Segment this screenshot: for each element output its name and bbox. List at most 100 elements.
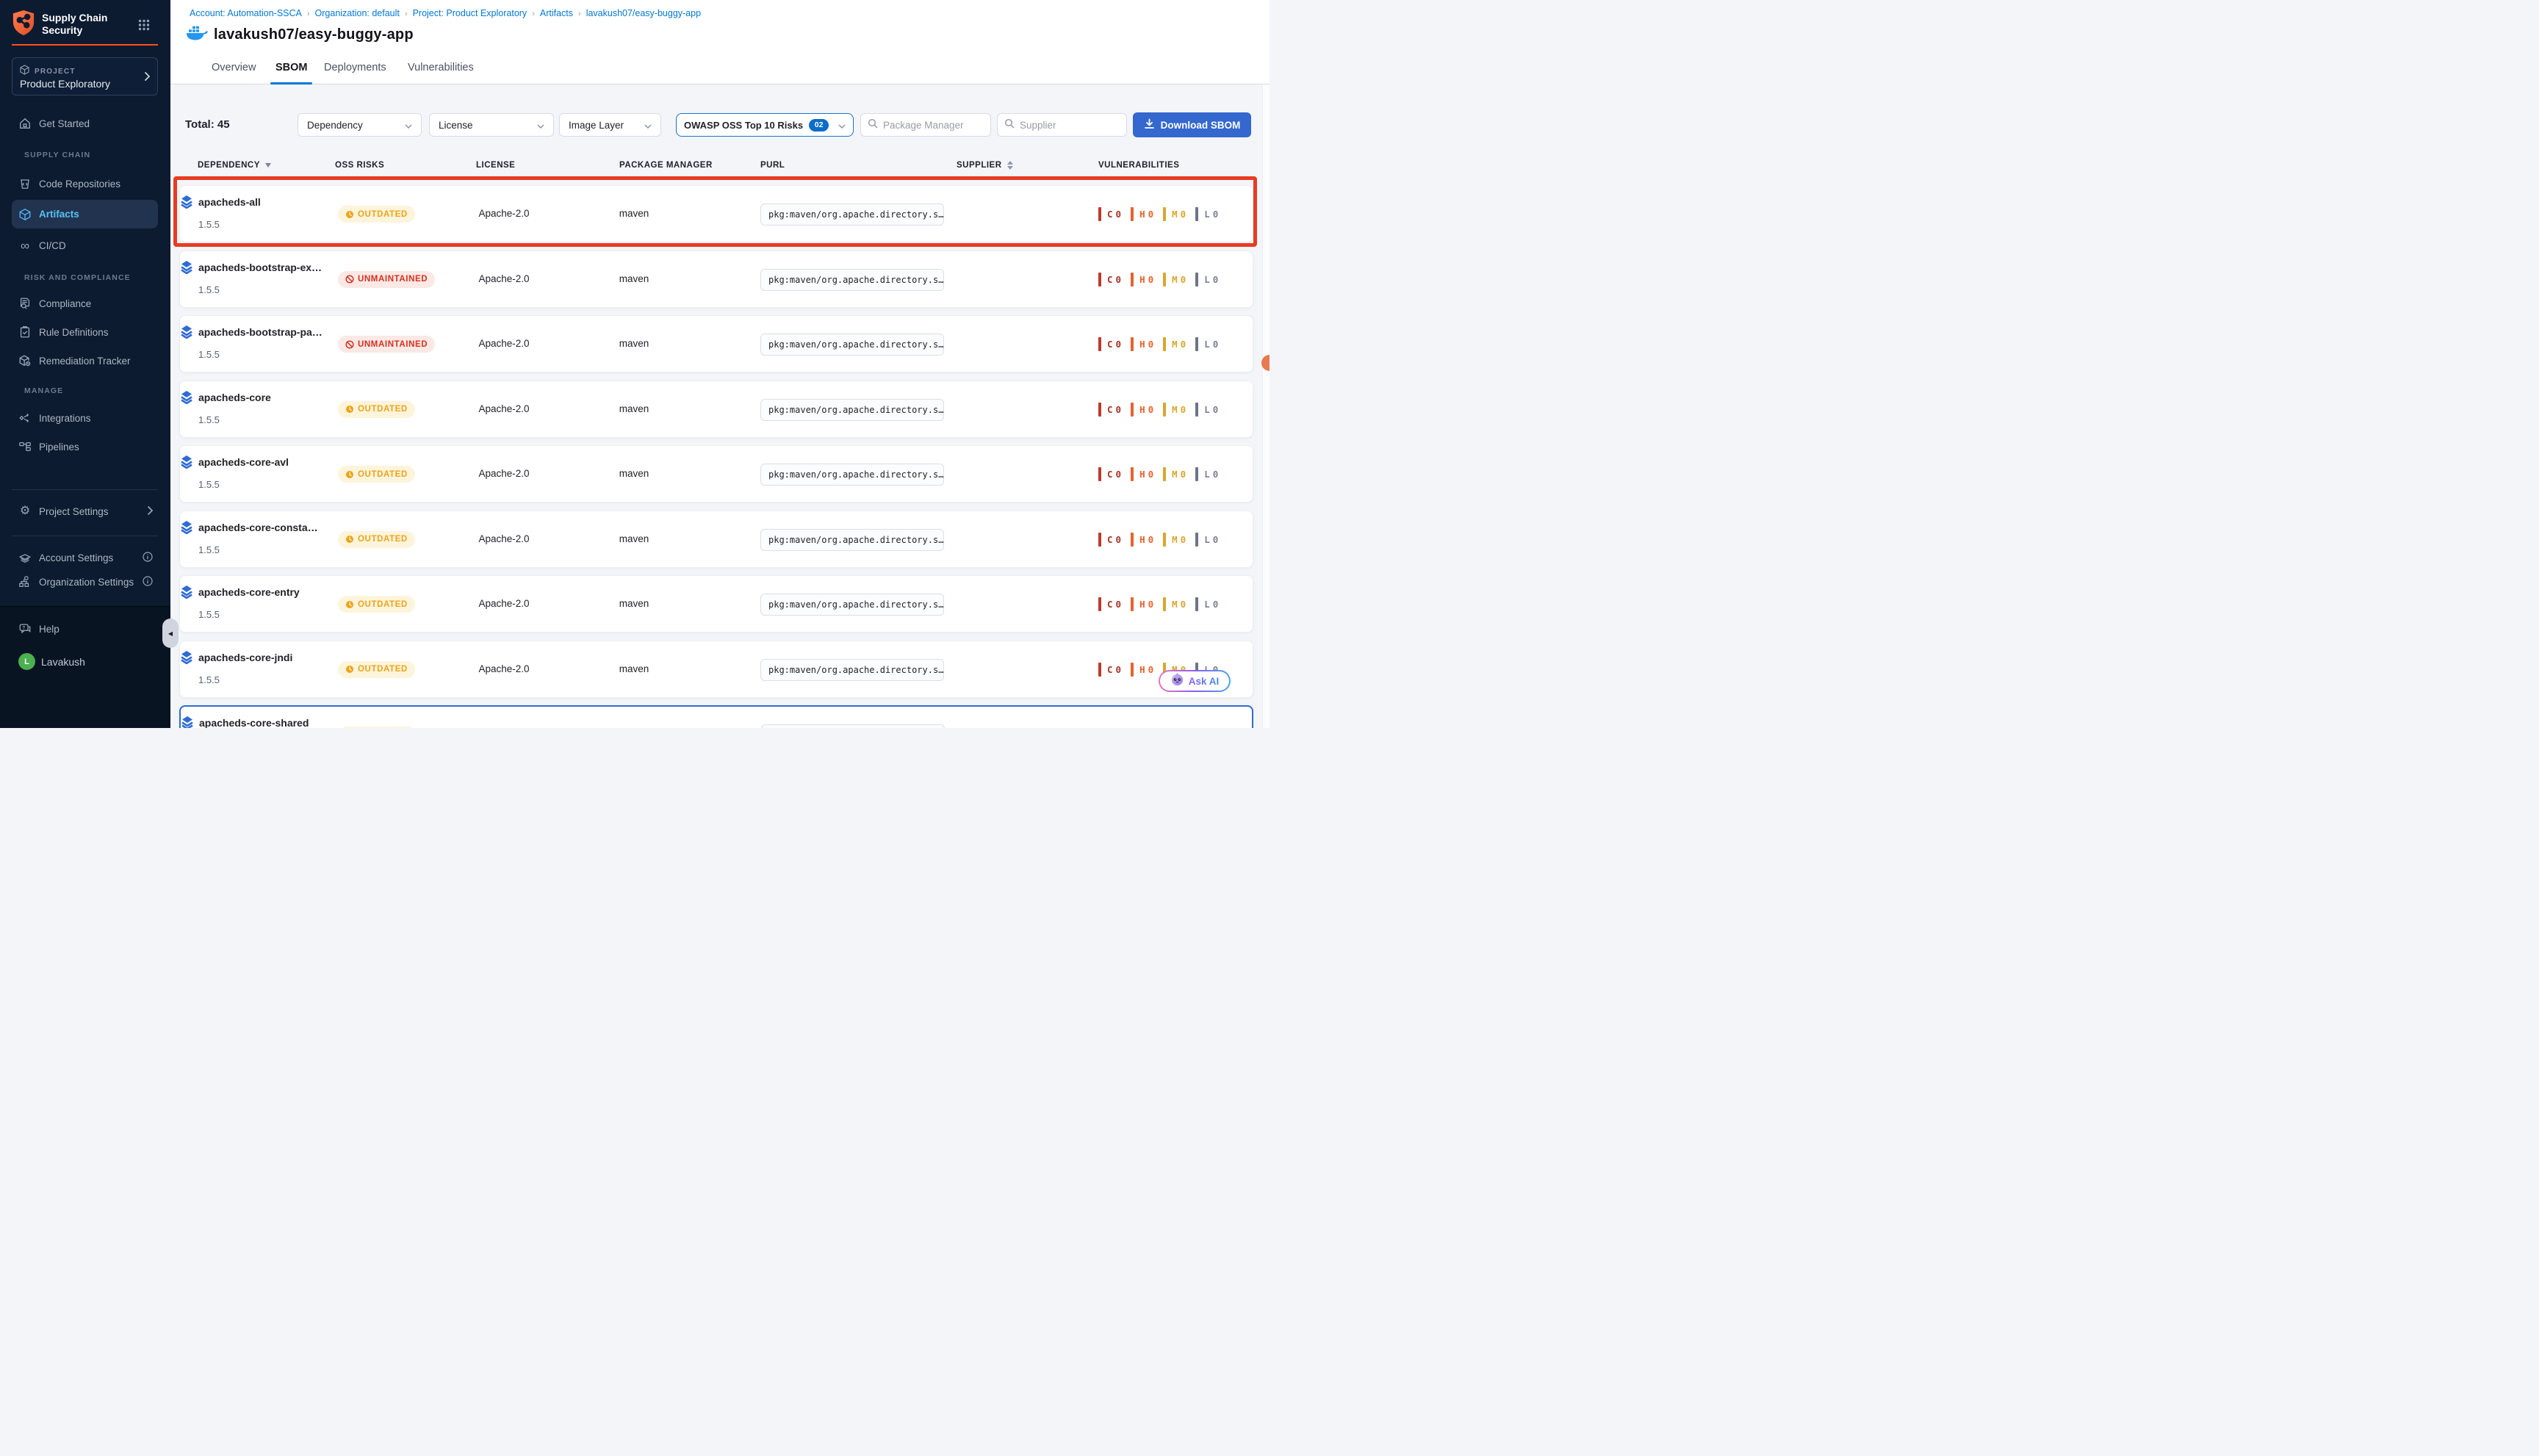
info-icon xyxy=(143,576,153,588)
purl-value[interactable]: pkg:maven/org.apache.directory.s… xyxy=(760,464,944,486)
sidebar-item-pipelines[interactable]: Pipelines xyxy=(0,434,170,459)
table-row[interactable]: apacheds-core-shared 1.5.5 OUTDATED Apac… xyxy=(179,705,1253,728)
brand-accent-rule xyxy=(12,44,158,46)
low-count: L0 xyxy=(1195,467,1218,481)
sidebar-item-artifacts[interactable]: Artifacts xyxy=(12,200,158,228)
sidebar-item-code-repositories[interactable]: Code Repositories xyxy=(0,171,170,196)
critical-count: C0 xyxy=(1098,467,1121,481)
info-icon xyxy=(143,552,153,564)
oss-risk-badge: OUTDATED xyxy=(338,206,415,223)
high-count: H0 xyxy=(1131,403,1153,417)
license-filter-dropdown[interactable]: License xyxy=(429,113,554,137)
document-search-icon xyxy=(18,297,32,310)
tab-deployments[interactable]: Deployments xyxy=(324,62,386,84)
dependency-filter-dropdown[interactable]: Dependency xyxy=(298,113,422,137)
layers-icon xyxy=(180,455,193,469)
table-row[interactable]: apacheds-core 1.5.5 OUTDATED Apache-2.0 … xyxy=(179,381,1253,438)
purl-value[interactable]: pkg:maven/org.apache.directory.s… xyxy=(760,269,944,291)
purl-value[interactable]: pkg:maven/org.apache.directory.s… xyxy=(760,529,944,551)
purl-value[interactable]: pkg:maven/org.apache.directory.s… xyxy=(760,594,944,616)
license-value: Apache-2.0 xyxy=(467,663,541,674)
sidebar-item-remediation-tracker[interactable]: Remediation Tracker xyxy=(0,348,170,373)
table-row[interactable]: apacheds-bootstrap-pa… 1.5.5 UNMAINTAINE… xyxy=(179,315,1253,372)
breadcrumb-account[interactable]: Account: Automation-SSCA xyxy=(190,8,302,18)
layers-icon xyxy=(180,585,193,599)
critical-count: C0 xyxy=(1098,273,1121,286)
ask-ai-button[interactable]: Ask AI xyxy=(1159,670,1231,692)
dependency-rows: apacheds-all 1.5.5 OUTDATED Apache-2.0 m… xyxy=(179,185,1253,728)
sort-both-icon xyxy=(1007,161,1013,170)
vulnerability-counts: C0 H0 M0 L0 xyxy=(1098,597,1228,611)
sidebar-item-help[interactable]: ? Help xyxy=(0,616,170,641)
tab-sbom[interactable]: SBOM xyxy=(275,62,308,84)
dependency-name: apacheds-core-shared xyxy=(199,717,309,728)
owasp-risks-filter-dropdown[interactable]: OWASP OSS Top 10 Risks 02 xyxy=(676,113,854,137)
package-manager-search-input[interactable] xyxy=(883,120,984,131)
section-supply-chain: SUPPLY CHAIN xyxy=(24,151,90,159)
column-header-supplier[interactable]: SUPPLIER xyxy=(957,161,1013,170)
high-count: H0 xyxy=(1131,337,1153,351)
license-value: Apache-2.0 xyxy=(467,598,541,609)
layers-icon xyxy=(180,325,193,339)
chevron-down-icon xyxy=(644,120,652,131)
user-menu[interactable]: L Lavakush xyxy=(0,649,170,674)
sidebar-item-rule-definitions[interactable]: Rule Definitions xyxy=(0,320,170,345)
dependency-version: 1.5.5 xyxy=(198,674,220,685)
breadcrumb-organization[interactable]: Organization: default xyxy=(315,8,400,18)
medium-count: M0 xyxy=(1163,403,1186,417)
breadcrumb-artifacts[interactable]: Artifacts xyxy=(540,8,573,18)
layers-icon xyxy=(181,716,194,728)
sidebar-item-account-settings[interactable]: Account Settings xyxy=(0,545,170,570)
sidebar-item-cicd[interactable]: ∞ CI/CD xyxy=(0,233,170,258)
table-row[interactable]: apacheds-core-entry 1.5.5 OUTDATED Apach… xyxy=(179,575,1253,633)
tab-vulnerabilities[interactable]: Vulnerabilities xyxy=(408,62,474,84)
sidebar-collapse-handle[interactable]: ◀ xyxy=(162,619,179,648)
dependency-version: 1.5.5 xyxy=(198,284,220,295)
image-layer-filter-dropdown[interactable]: Image Layer xyxy=(559,113,661,137)
breadcrumb: Account: Automation-SSCA›Organization: d… xyxy=(190,8,701,18)
svg-text:?: ? xyxy=(22,626,25,631)
table-row[interactable]: apacheds-core-jndi 1.5.5 OUTDATED Apache… xyxy=(179,641,1253,698)
dependency-name: apacheds-core-consta… xyxy=(198,522,318,533)
package-manager-value: maven xyxy=(597,403,671,414)
project-selector[interactable]: PROJECT Product Exploratory xyxy=(12,57,158,95)
purl-value[interactable]: pkg:maven/org.apache.directory.s… xyxy=(761,724,945,728)
page-header: Account: Automation-SSCA›Organization: d… xyxy=(170,0,1270,84)
artifacts-box-icon xyxy=(18,208,32,221)
medium-count: M0 xyxy=(1163,207,1186,221)
oss-risk-badge: OUTDATED xyxy=(338,401,415,418)
license-value: Apache-2.0 xyxy=(467,468,541,479)
sidebar-item-compliance[interactable]: Compliance xyxy=(0,291,170,316)
purl-value[interactable]: pkg:maven/org.apache.directory.s… xyxy=(760,203,944,226)
table-row[interactable]: apacheds-all 1.5.5 OUTDATED Apache-2.0 m… xyxy=(179,185,1253,242)
scrollbar-track[interactable] xyxy=(1262,84,1270,728)
purl-value[interactable]: pkg:maven/org.apache.directory.s… xyxy=(760,399,944,421)
table-row[interactable]: apacheds-bootstrap-ex… 1.5.5 UNMAINTAINE… xyxy=(179,251,1253,308)
search-icon xyxy=(1004,118,1015,132)
breadcrumb-project[interactable]: Project: Product Exploratory xyxy=(413,8,527,18)
dependency-name: apacheds-bootstrap-ex… xyxy=(198,262,322,273)
layers-gear-icon xyxy=(18,551,32,564)
table-row[interactable]: apacheds-core-avl 1.5.5 OUTDATED Apache-… xyxy=(179,445,1253,502)
app-switcher-grid-icon[interactable] xyxy=(138,19,150,31)
dependency-name: apacheds-bootstrap-pa… xyxy=(198,326,323,338)
supplier-search-input[interactable] xyxy=(1020,120,1120,131)
tab-overview[interactable]: Overview xyxy=(212,62,256,84)
sidebar-item-integrations[interactable]: Integrations xyxy=(0,406,170,430)
clipboard-check-icon xyxy=(18,325,32,339)
column-header-license: LICENSE xyxy=(476,161,515,170)
purl-value[interactable]: pkg:maven/org.apache.directory.s… xyxy=(760,334,944,356)
purl-value[interactable]: pkg:maven/org.apache.directory.s… xyxy=(760,659,944,681)
chevron-down-icon xyxy=(405,120,412,131)
column-header-dependency[interactable]: DEPENDENCY xyxy=(198,161,271,170)
sidebar-item-organization-settings[interactable]: Organization Settings xyxy=(0,569,170,594)
sidebar-item-project-settings[interactable]: ⚙ Project Settings xyxy=(0,499,170,524)
breadcrumb-current[interactable]: lavakush07/easy-buggy-app xyxy=(586,8,701,18)
layers-icon xyxy=(180,260,193,274)
download-sbom-button[interactable]: Download SBOM xyxy=(1133,112,1251,137)
sidebar-item-get-started[interactable]: Get Started xyxy=(0,111,170,136)
critical-count: C0 xyxy=(1098,403,1121,417)
ai-robot-icon xyxy=(1170,672,1184,690)
layers-icon xyxy=(180,390,193,404)
table-row[interactable]: apacheds-core-consta… 1.5.5 OUTDATED Apa… xyxy=(179,511,1253,568)
